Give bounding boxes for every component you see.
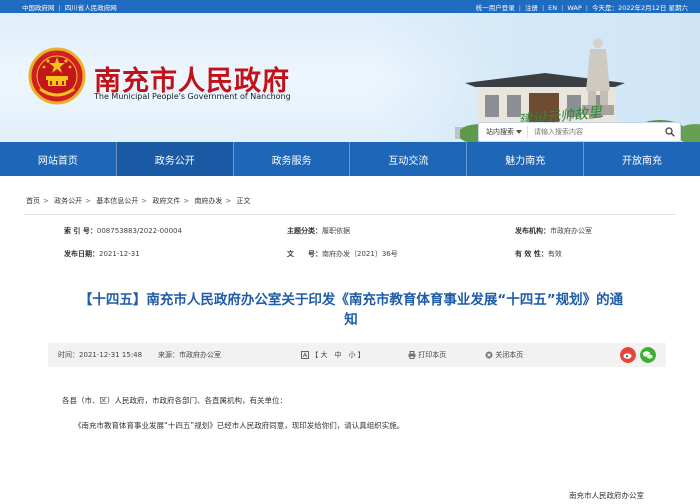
weibo-share-icon[interactable] bbox=[620, 347, 636, 363]
search-input[interactable] bbox=[528, 123, 660, 141]
site-header: 南充市人民政府 The Municipal People's Governmen… bbox=[0, 13, 700, 142]
chevron-down-icon bbox=[516, 130, 522, 134]
publish-time: 时间：2021-12-31 15:48 bbox=[58, 351, 143, 359]
meta-docno-label: 文 号： bbox=[287, 250, 322, 258]
meta-date: 发布日期：2021-12-31 bbox=[64, 249, 140, 259]
signoff: 南充市人民政府办公室 bbox=[569, 491, 644, 500]
font-size-switch[interactable]: 【 大 中 小 】 bbox=[301, 350, 365, 360]
link-wap[interactable]: WAP bbox=[567, 4, 581, 12]
font-size-label: 【 大 中 小 】 bbox=[311, 351, 365, 359]
nav-home[interactable]: 网站首页 bbox=[0, 142, 116, 176]
font-size-icon bbox=[301, 351, 309, 359]
nav-open-nanchong[interactable]: 开放南充 bbox=[583, 142, 700, 176]
meta-validity-value: 有效 bbox=[547, 250, 562, 258]
meta-index: 索 引 号：008753883/2022-00004 bbox=[64, 226, 182, 236]
meta-issuer-value: 市政府办公室 bbox=[550, 227, 592, 235]
meta-date-value: 2021-12-31 bbox=[99, 250, 140, 258]
link-register[interactable]: 注册 bbox=[525, 4, 538, 12]
salutation: 各县（市、区）人民政府，市政府各部门、各直属机构，有关单位： bbox=[62, 396, 287, 405]
meta-issuer-label: 发布机构： bbox=[515, 227, 550, 235]
document-title: 【十四五】南充市人民政府办公室关于印发《南充市教育体育事业发展“十四五”规划》的… bbox=[26, 290, 676, 330]
search-scope-label: 站内搜索 bbox=[486, 128, 514, 136]
article-source: 来源：市政府办公室 bbox=[158, 351, 221, 359]
search-scope-select[interactable]: 站内搜索 bbox=[479, 126, 528, 138]
close-page-label: 关闭本页 bbox=[495, 351, 524, 359]
meta-validity: 有 效 性：有效 bbox=[515, 249, 562, 259]
meta-docno-value: 南府办发〔2021〕36号 bbox=[322, 250, 398, 258]
link-gov-cn[interactable]: 中国政府网 bbox=[22, 4, 55, 12]
crumb-nanfubanfa[interactable]: 南府办发 bbox=[194, 197, 222, 205]
breadcrumb: 首页 > 政务公开 > 基本信息公开 > 政府文件 > 南府办发 > 正文 bbox=[26, 197, 251, 205]
close-icon bbox=[485, 351, 493, 359]
nav-gov-affairs-open[interactable]: 政务公开 bbox=[115, 142, 233, 176]
link-english[interactable]: EN bbox=[548, 4, 557, 12]
document-title-line1: 【十四五】南充市人民政府办公室关于印发《南充市教育体育事业发展“十四五”规划》的… bbox=[78, 292, 624, 308]
site-subtitle: The Municipal People's Government of Nan… bbox=[94, 92, 291, 101]
print-icon bbox=[408, 351, 416, 359]
meta-validity-label: 有 效 性： bbox=[515, 250, 548, 258]
print-label: 打印本页 bbox=[418, 351, 447, 359]
search-box: 站内搜索 bbox=[478, 122, 681, 142]
document-title-line2: 知 bbox=[344, 312, 358, 328]
link-sichuan-gov[interactable]: 四川省人民政府网 bbox=[65, 4, 117, 12]
wechat-share-icon[interactable] bbox=[640, 347, 656, 363]
close-page-button[interactable]: 关闭本页 bbox=[485, 350, 523, 360]
crumb-basic-info[interactable]: 基本信息公开 bbox=[96, 197, 138, 205]
search-button[interactable] bbox=[660, 123, 680, 141]
crumb-home[interactable]: 首页 bbox=[26, 197, 40, 205]
top-utility-bar: 中国政府网 | 四川省人民政府网 统一用户登录 | 注册 | EN | WAP | 今天是：2022… bbox=[0, 0, 700, 13]
meta-topic-value: 履职依据 bbox=[322, 227, 350, 235]
meta-index-label: 索 引 号： bbox=[64, 227, 97, 235]
crumb-current: 正文 bbox=[236, 197, 251, 205]
meta-issuer: 发布机构：市政府办公室 bbox=[515, 226, 592, 236]
meta-topic: 主题分类：履职依据 bbox=[287, 226, 350, 236]
main-nav: 网站首页 政务公开 政务服务 互动交流 魅力南充 开放南充 bbox=[0, 142, 700, 176]
national-emblem-icon bbox=[28, 47, 86, 105]
divider bbox=[24, 214, 676, 215]
body-paragraph: 《南充市教育体育事业发展“十四五”规划》已经市人民政府同意，现印发给你们，请认真… bbox=[74, 421, 405, 430]
crumb-gov-open[interactable]: 政务公开 bbox=[54, 197, 82, 205]
nav-interaction[interactable]: 互动交流 bbox=[349, 142, 466, 176]
meta-docno: 文 号：南府办发〔2021〕36号 bbox=[287, 249, 398, 259]
nav-charm-nanchong[interactable]: 魅力南充 bbox=[466, 142, 583, 176]
meta-topic-label: 主题分类： bbox=[287, 227, 322, 235]
print-button[interactable]: 打印本页 bbox=[408, 350, 446, 360]
crumb-gov-docs[interactable]: 政府文件 bbox=[152, 197, 180, 205]
search-icon bbox=[665, 127, 675, 137]
meta-date-label: 发布日期： bbox=[64, 250, 99, 258]
nav-gov-services[interactable]: 政务服务 bbox=[232, 142, 350, 176]
meta-index-value: 008753883/2022-00004 bbox=[96, 227, 182, 235]
link-login[interactable]: 统一用户登录 bbox=[476, 4, 515, 12]
today-date: 今天是：2022年2月12日 星期六 bbox=[591, 4, 688, 12]
article-toolbar: 时间：2021-12-31 15:48 来源：市政府办公室 【 大 中 小 】 … bbox=[48, 343, 666, 367]
